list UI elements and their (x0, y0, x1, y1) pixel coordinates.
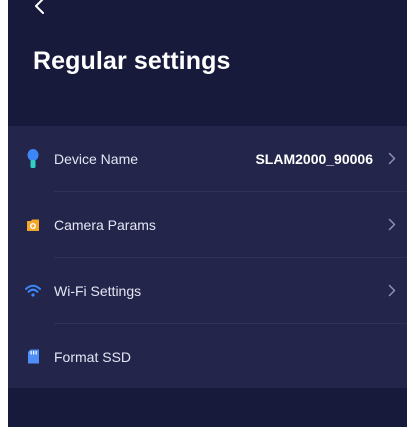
folder-camera-icon (25, 215, 41, 235)
setting-label-format-ssd: Format SSD (54, 348, 132, 365)
settings-list: Device Name SLAM2000_90006 Camera Params (8, 126, 407, 388)
frame-left (0, 0, 8, 433)
chevron-right-icon (387, 152, 397, 166)
setting-row-wifi-settings[interactable]: Wi-Fi Settings (8, 258, 407, 323)
pin-icon (25, 148, 41, 169)
wifi-icon (25, 281, 41, 301)
page-title: Regular settings (33, 47, 231, 75)
back-button[interactable] (34, 0, 58, 18)
sd-card-icon (25, 347, 41, 367)
header: Regular settings (8, 0, 407, 126)
setting-label-wifi-settings: Wi-Fi Settings (54, 282, 142, 299)
chevron-left-icon (35, 0, 44, 14)
frame-bottom (0, 427, 413, 433)
frame-right (407, 0, 413, 433)
device-name-value: SLAM2000_90006 (255, 150, 373, 167)
setting-row-device-name[interactable]: Device Name SLAM2000_90006 (8, 126, 407, 191)
setting-label-device-name: Device Name (54, 150, 139, 167)
setting-row-format-ssd[interactable]: Format SSD (8, 324, 407, 389)
chevron-right-icon (387, 284, 397, 298)
setting-label-camera-params: Camera Params (54, 216, 156, 233)
setting-row-camera-params[interactable]: Camera Params (8, 192, 407, 257)
footer (8, 388, 407, 427)
chevron-right-icon (387, 218, 397, 232)
